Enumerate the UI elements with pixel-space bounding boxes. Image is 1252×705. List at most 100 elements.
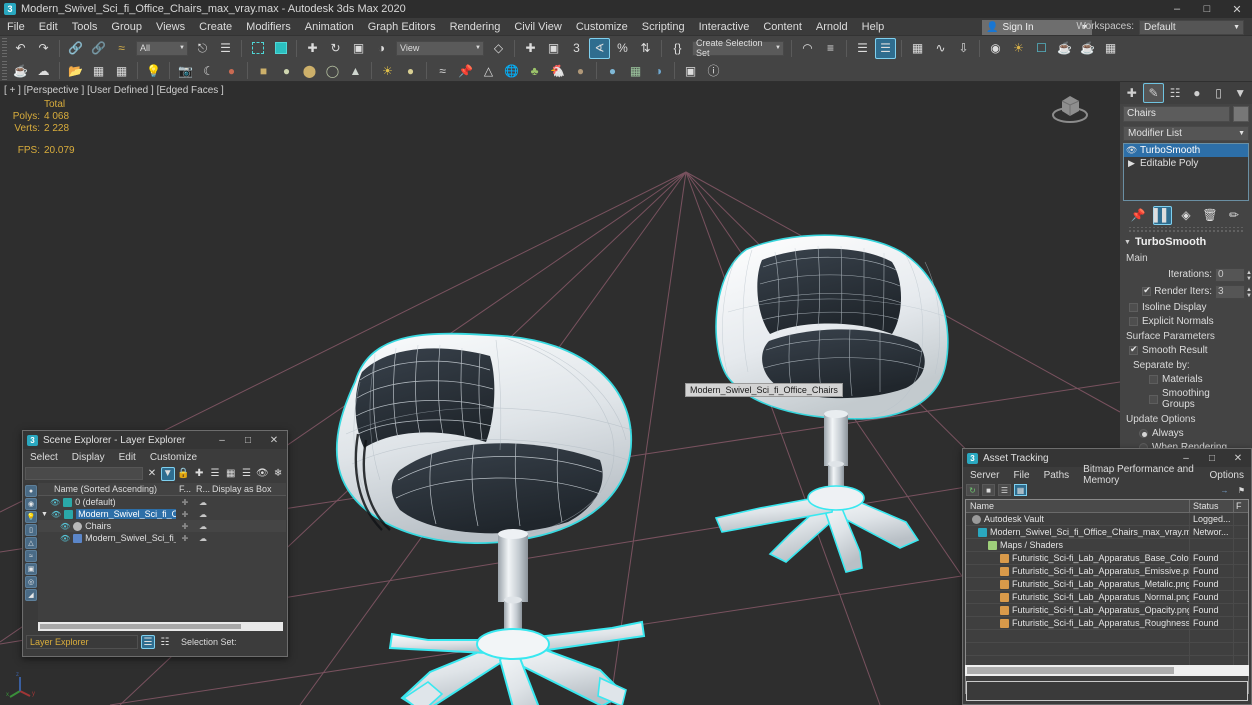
selection-filter-select[interactable]: All ▼ — [136, 40, 188, 56]
iterations-spinner[interactable]: 0 ▲ ▼ — [1215, 267, 1252, 282]
refresh-icon[interactable]: ↻ — [966, 484, 979, 496]
torus-primitive-icon[interactable]: ◯ — [322, 60, 343, 81]
scene-explorer-search-input[interactable] — [25, 467, 144, 480]
create-tab[interactable]: ✚ — [1121, 83, 1143, 103]
panel-drag-handle[interactable] — [1128, 227, 1244, 234]
scene-explorer-menu-select[interactable]: Select — [23, 452, 65, 463]
curve-editor-icon[interactable]: ∿ — [930, 38, 951, 59]
rendered-frame-window-icon[interactable]: ☐ — [1031, 38, 1052, 59]
minimize-button[interactable]: – — [1162, 0, 1192, 18]
asset-tracking-menu-server[interactable]: Server — [963, 470, 1006, 481]
pin-icon[interactable]: 📌 — [455, 60, 476, 81]
omni-light-icon[interactable]: ● — [400, 60, 421, 81]
xref-filter-icon[interactable]: ◢ — [25, 589, 37, 601]
column-display-as-box[interactable]: Display as Box — [212, 484, 286, 494]
snaps-toggle-icon[interactable]: ✚ — [520, 38, 541, 59]
asset-tracking-close-button[interactable]: ✕ — [1225, 449, 1251, 467]
smooth-result-row[interactable]: Smooth Result — [1129, 344, 1245, 356]
align-icon[interactable]: ≡ — [820, 38, 841, 59]
show-end-result-icon[interactable]: ▌▌ — [1152, 205, 1172, 225]
unhide-icon[interactable]: 👁 — [255, 467, 269, 481]
asset-tracking-menu-file[interactable]: File — [1006, 470, 1036, 481]
percent-snap-toggle-icon[interactable]: ∢ — [589, 37, 610, 59]
scene-explorer-horizontal-scrollbar[interactable] — [38, 622, 283, 631]
batch-render-icon[interactable]: ▣ — [680, 60, 701, 81]
menu-views[interactable]: Views — [149, 18, 192, 36]
grid-icon[interactable]: ▦ — [1014, 484, 1027, 496]
display-tab[interactable]: ▯ — [1208, 83, 1230, 103]
scene-explorer-menu-display[interactable]: Display — [65, 452, 112, 463]
redo-icon[interactable]: ↷ — [33, 38, 54, 59]
toolbar-grip[interactable] — [2, 38, 7, 58]
explicit-normals-row[interactable]: Explicit Normals — [1129, 316, 1245, 327]
scene-explorer-menu-customize[interactable]: Customize — [143, 452, 204, 463]
menu-group[interactable]: Group — [104, 18, 149, 36]
object-name-field[interactable]: Chairs — [1123, 106, 1230, 122]
rock-icon[interactable]: ● — [570, 60, 591, 81]
materials-row[interactable]: Materials — [1149, 374, 1245, 385]
select-and-place-icon[interactable]: ◑ — [371, 38, 392, 59]
maximize-button[interactable]: □ — [1192, 0, 1222, 18]
asset-row-7[interactable]: Futuristic_Sci-fi_Lab_Apparatus_Opacity.… — [966, 603, 1248, 617]
column-full-path[interactable]: F — [1234, 500, 1248, 513]
view-cube-icon[interactable] — [1048, 87, 1092, 129]
render-iterative-icon[interactable]: ☕ — [1077, 38, 1098, 59]
menu-arnold[interactable]: Arnold — [809, 18, 855, 36]
explorer-mode-field[interactable]: Layer Explorer — [26, 635, 138, 649]
modifier-stack-item-editable-poly[interactable]: ▶ Editable Poly — [1124, 157, 1248, 170]
scene-explorer-title-bar[interactable]: 3 Scene Explorer - Layer Explorer – □ ✕ — [23, 431, 287, 449]
menu-customize[interactable]: Customize — [569, 18, 635, 36]
explicit-normals-checkbox[interactable] — [1129, 317, 1138, 326]
renderable-cell[interactable]: ☁ — [194, 510, 212, 519]
modifier-stack-item-turbosmooth[interactable]: 👁 TurboSmooth — [1124, 144, 1248, 157]
mirror-icon[interactable]: ◠ — [797, 38, 818, 59]
asset-row-0[interactable]: Autodesk Vault Logged... — [966, 512, 1248, 526]
scene-explorer-dialog[interactable]: 3 Scene Explorer - Layer Explorer – □ ✕ … — [22, 430, 288, 657]
undo-icon[interactable]: ↶ — [10, 38, 31, 59]
configure-modifier-sets-icon[interactable]: ✏ — [1225, 206, 1244, 225]
tree-icon[interactable]: ♣ — [524, 60, 545, 81]
motion-tab[interactable]: ● — [1186, 83, 1208, 103]
layers-icon[interactable]: ☰ — [240, 467, 254, 481]
wave-icon[interactable]: ≈ — [432, 60, 453, 81]
renderable-cell[interactable]: ☁ — [194, 498, 212, 507]
reference-coordinate-system-select[interactable]: View ▼ — [396, 40, 484, 56]
asset-row-5[interactable]: Futuristic_Sci-fi_Lab_Apparatus_Metalic.… — [966, 577, 1248, 591]
scene-explorer-close-button[interactable]: ✕ — [261, 431, 287, 449]
flag-icon[interactable]: ⚑ — [1235, 484, 1248, 496]
render-production-icon[interactable]: ☕ — [1054, 38, 1075, 59]
modifier-list-select[interactable]: Modifier List ▼ — [1123, 126, 1249, 141]
turbosmooth-rollout-header[interactable]: ▼ TurboSmooth — [1120, 235, 1252, 249]
menu-help[interactable]: Help — [855, 18, 892, 36]
spacewarp-filter-icon[interactable]: ▣ — [25, 563, 37, 575]
select-and-rotate-icon[interactable]: ↻ — [325, 38, 346, 59]
hierarchy-mode-icon[interactable]: ☷ — [158, 635, 172, 649]
always-radio[interactable] — [1139, 429, 1148, 438]
menu-content[interactable]: Content — [756, 18, 809, 36]
menu-tools[interactable]: Tools — [65, 18, 105, 36]
column-name[interactable]: Name — [966, 500, 1190, 513]
asset-tracking-menu-bitmap-performance[interactable]: Bitmap Performance and Memory — [1076, 464, 1202, 486]
percent-snap-icon[interactable]: % — [612, 38, 633, 59]
workspace-select[interactable]: Default ▼ — [1139, 20, 1244, 35]
create-teapot-icon[interactable]: ☕ — [10, 60, 31, 81]
spinner-arrows-icon[interactable]: ▲ ▼ — [1245, 286, 1252, 300]
clear-filter-icon[interactable]: ✕ — [145, 467, 159, 481]
select-and-scale-icon[interactable]: ▣ — [348, 38, 369, 59]
remove-modifier-icon[interactable]: 🗑 — [1201, 206, 1220, 225]
asset-tracking-menu-paths[interactable]: Paths — [1037, 470, 1077, 481]
camera-icon[interactable]: 📷 — [175, 60, 196, 81]
sphere-primitive-icon[interactable]: ● — [276, 60, 297, 81]
globe-icon[interactable]: 🌐 — [501, 60, 522, 81]
scene-explorer-icon[interactable]: ☰ — [875, 37, 896, 59]
geometry-filter-icon[interactable]: ▯ — [25, 524, 37, 536]
eye-icon[interactable]: 👁 — [60, 522, 70, 531]
add-layer-icon[interactable]: ✚ — [192, 467, 206, 481]
rectangular-selection-region-icon[interactable] — [247, 38, 268, 59]
pin-stack-icon[interactable]: 📌 — [1129, 206, 1148, 225]
bind-to-space-warp-icon[interactable]: ≈ — [111, 38, 132, 59]
render-iters-spinner[interactable]: 3 ▲ ▼ — [1215, 284, 1252, 299]
unfreeze-icon[interactable]: ❄ — [271, 467, 285, 481]
smooth-result-checkbox[interactable] — [1129, 344, 1138, 355]
help-icon[interactable]: ⓘ — [703, 60, 724, 81]
